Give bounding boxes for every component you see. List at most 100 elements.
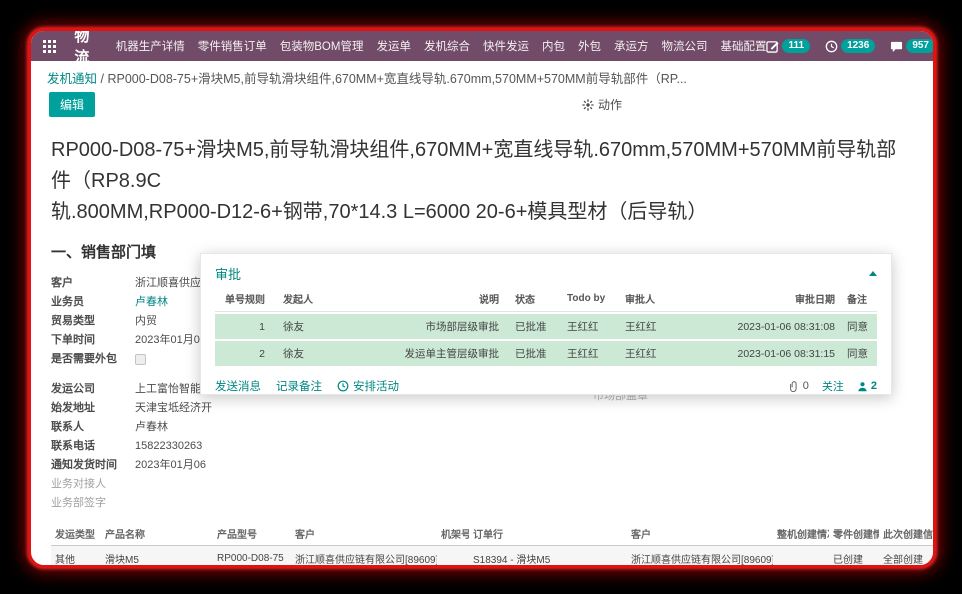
menu-item-express-shipping[interactable]: 快件发运	[483, 38, 529, 54]
cell-approve-date: 2023-01-06 08:31:15	[717, 348, 835, 360]
col-part-created: 零件创建情况	[829, 522, 879, 546]
col-product-name: 产品名称	[101, 522, 213, 546]
action-menu-label: 动作	[598, 96, 622, 113]
cell-approve-date: 2023-01-06 08:31:08	[717, 321, 835, 333]
cell-note: 同意	[835, 346, 877, 361]
menu-item-inner-pack[interactable]: 内包	[542, 38, 565, 54]
field-business-sign-label: 业务部签字	[51, 494, 135, 513]
activities-counter[interactable]: 1236	[825, 39, 875, 53]
field-contact-phone-label: 联系电话	[51, 437, 135, 456]
cell-initiator: 徐友	[265, 319, 373, 334]
menu-item-logistics-company[interactable]: 物流公司	[661, 38, 707, 54]
cell-initiator: 徐友	[265, 346, 373, 361]
field-business-liaison: 业务对接人	[51, 475, 591, 494]
approval-popup: 审批 单号规则 发起人 说明 状态 Todo by 审批人 审批日期 备注 1 …	[200, 253, 892, 395]
field-order-time-value: 2023年01月06	[135, 331, 206, 350]
main-menu: 机器生产详情 零件销售订单 包装物BOM管理 发运单 发机综合 快件发运 内包 …	[116, 38, 767, 54]
cell-approver: 王红红	[625, 319, 717, 334]
edit-button[interactable]: 编辑	[49, 92, 95, 117]
col-order-line: 订单行	[469, 522, 627, 546]
log-note-button[interactable]: 记录备注	[276, 378, 322, 394]
messages-counter[interactable]: 957	[890, 39, 935, 53]
col-is-created: 是否创建	[935, 522, 936, 546]
menu-item-base-config[interactable]: 基础配置	[720, 38, 766, 54]
clock-icon	[825, 40, 838, 53]
menu-item-machine-production[interactable]: 机器生产详情	[116, 38, 185, 54]
col-status: 状态	[499, 291, 561, 306]
field-trade-type-value: 内贸	[135, 312, 157, 331]
menu-item-part-sales-order[interactable]: 零件销售订单	[198, 38, 267, 54]
send-message-button[interactable]: 发送消息	[215, 378, 261, 394]
follow-button[interactable]: 关注	[822, 378, 844, 394]
field-notify-time-label: 通知发货时间	[51, 456, 135, 475]
menu-item-shipping-summary[interactable]: 发机综合	[424, 38, 470, 54]
field-order-time-label: 下单时间	[51, 331, 135, 350]
field-customer-label: 客户	[51, 274, 135, 293]
cell-customer: 浙江顺喜供应链有限公司[89609]	[291, 546, 437, 569]
person-icon	[857, 381, 868, 392]
follow-label: 关注	[822, 378, 844, 394]
action-menu-button[interactable]: 动作	[582, 96, 622, 113]
shipping-lines-table: 发运类型 产品名称 产品型号 客户 机架号 订单行 客户 整机创建情况 零件创建…	[51, 522, 913, 568]
col-initiator: 发起人	[265, 291, 373, 306]
field-business-sign: 业务部签字	[51, 494, 591, 513]
menu-item-outer-pack[interactable]: 外包	[578, 38, 601, 54]
top-navbar: 物流 机器生产详情 零件销售订单 包装物BOM管理 发运单 发机综合 快件发运 …	[31, 31, 933, 61]
schedule-activity-button[interactable]: 安排活动	[337, 378, 399, 394]
schedule-activity-label: 安排活动	[353, 378, 399, 394]
breadcrumb-parent-link[interactable]: 发机通知	[47, 72, 97, 86]
col-customer: 客户	[291, 522, 437, 546]
approval-row[interactable]: 1 徐友 市场部层级审批 已批准 王红红 王红红 2023-01-06 08:3…	[215, 314, 877, 339]
field-need-outsource-label: 是否需要外包	[51, 350, 135, 369]
attachment-count: 0	[803, 380, 809, 392]
follower-count: 2	[871, 380, 877, 392]
cell-rack	[437, 546, 469, 569]
field-origin-address-label: 始发地址	[51, 399, 135, 418]
menu-item-shipping-order[interactable]: 发运单	[376, 38, 411, 54]
gear-icon	[582, 99, 594, 111]
col-todo-by: Todo by	[561, 293, 625, 304]
col-approver: 审批人	[625, 291, 717, 306]
chatter-toolbar: 发送消息 记录备注 安排活动 0 关注	[215, 378, 877, 394]
apps-menu-button[interactable]	[39, 31, 60, 61]
edit-note-icon	[766, 40, 779, 53]
cell-description: 市场部层级审批	[373, 319, 499, 334]
followers-button[interactable]: 2	[857, 380, 877, 392]
cell-order-line: S18394 - 滑块M5	[469, 546, 627, 569]
attachments-button[interactable]: 0	[789, 380, 809, 392]
cell-part-created: 已创建	[829, 546, 879, 569]
lines-header-row: 发运类型 产品名称 产品型号 客户 机架号 订单行 客户 整机创建情况 零件创建…	[51, 522, 936, 546]
approval-title: 审批	[215, 264, 241, 283]
cell-status: 已批准	[499, 319, 561, 334]
approval-row[interactable]: 2 徐友 发运单主管层级审批 已批准 王红红 王红红 2023-01-06 08…	[215, 341, 877, 366]
app-window: 物流 机器生产详情 零件销售订单 包装物BOM管理 发运单 发机综合 快件发运 …	[28, 28, 936, 568]
menu-item-carrier[interactable]: 承运方	[614, 38, 649, 54]
table-row[interactable]: 其他 滑块M5 RP000-D08-75 浙江顺喜供应链有限公司[89609] …	[51, 546, 936, 569]
cell-name: 滑块M5	[101, 546, 213, 569]
collapse-caret-icon[interactable]	[869, 271, 877, 276]
field-salesperson-label: 业务员	[51, 293, 135, 312]
control-panel: 发机通知 / RP000-D08-75+滑块M5,前导轨滑块组件,670MM+宽…	[31, 61, 933, 123]
col-rack-no: 机架号	[437, 522, 469, 546]
field-contact-phone-value: 15822330263	[135, 437, 202, 456]
cell-model: RP000-D08-75	[213, 546, 291, 569]
field-notify-time: 通知发货时间 2023年01月06	[51, 456, 591, 475]
cell-note: 同意	[835, 319, 877, 334]
navbar-systray: 111 1236 957	[766, 39, 923, 53]
schedule-clock-icon	[337, 380, 349, 392]
cell-machine-created	[773, 546, 829, 569]
app-title[interactable]: 物流	[60, 28, 115, 67]
field-business-liaison-label: 业务对接人	[51, 475, 135, 494]
outsource-checkbox	[135, 354, 146, 365]
field-origin-address: 始发地址 天津宝坻经济开	[51, 399, 591, 418]
field-salesperson-value[interactable]: 卢春林	[135, 293, 168, 312]
cell-description: 发运单主管层级审批	[373, 346, 499, 361]
field-shipping-company-label: 发运公司	[51, 380, 135, 399]
cell-no: 1	[215, 321, 265, 333]
field-trade-type-label: 贸易类型	[51, 312, 135, 331]
notes-counter[interactable]: 111	[766, 39, 810, 53]
breadcrumb: 发机通知 / RP000-D08-75+滑块M5,前导轨滑块组件,670MM+宽…	[47, 68, 917, 87]
menu-item-packaging-bom[interactable]: 包装物BOM管理	[280, 38, 364, 54]
col-customer-2: 客户	[627, 522, 773, 546]
col-product-model: 产品型号	[213, 522, 291, 546]
